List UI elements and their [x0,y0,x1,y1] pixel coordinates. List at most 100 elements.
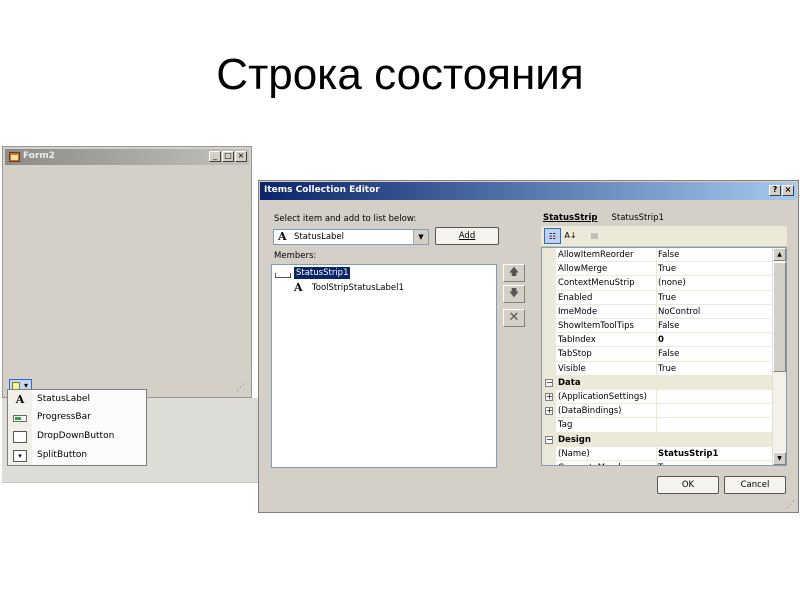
list-item-label: ToolStripStatusLabel1 [312,283,404,293]
cancel-button[interactable]: Cancel [724,476,786,494]
menu-item-progress-bar[interactable]: ProgressBar [8,409,146,427]
property-row[interactable]: TabStop False [542,347,773,362]
property-name: (DataBindings) [558,406,622,417]
arrow-down-icon: 🡇 [508,288,520,299]
property-value[interactable]: False [658,321,679,331]
minimize-button[interactable]: _ [209,151,221,162]
categorized-icon: ☷ [548,232,557,241]
property-value[interactable]: True [658,463,676,465]
vertical-scrollbar[interactable]: ▲ ▼ [772,248,786,465]
property-row[interactable]: ShowItemToolTips False [542,319,773,334]
property-name: Visible [558,363,586,374]
sort-az-icon: A↓ [564,231,577,240]
property-row[interactable]: + (DataBindings) [542,404,773,419]
property-value[interactable]: True [658,364,676,374]
resize-grip-icon[interactable]: ⋰ [786,500,796,510]
property-row[interactable]: AllowMerge True [542,262,773,277]
editor-title: Items Collection Editor [264,185,380,195]
item-type-combo[interactable]: A StatusLabel ▼ [273,229,429,245]
move-up-button[interactable]: 🡅 [503,264,525,282]
slide-title: Строка состояния [216,50,584,99]
category-row[interactable]: − Data [542,375,773,390]
menu-item-split-button[interactable]: ▾ SplitButton [8,447,146,465]
dropdown-button-icon [13,431,27,443]
property-value[interactable]: True [658,293,676,303]
status-label-icon: A [294,281,303,294]
status-label-icon: A [278,230,287,243]
arrow-up-icon: 🡅 [508,267,520,278]
form2-client-area [5,167,249,395]
menu-item-label: StatusLabel [37,394,90,404]
list-item[interactable]: StatusStrip1 [272,266,496,280]
property-grid[interactable]: AllowItemReorder False AllowMerge True Conte… [541,247,787,466]
property-name: Design [558,434,591,445]
chevron-down-icon[interactable]: ▼ [413,230,428,244]
property-name: Tag [558,420,573,431]
select-item-label: Select item and add to list below: [274,214,417,224]
expand-icon[interactable]: + [545,407,553,416]
menu-item-label: ProgressBar [37,412,91,422]
object-type: StatusStrip [543,213,598,223]
property-value[interactable]: NoControl [658,307,700,317]
property-row[interactable]: Visible True [542,361,773,376]
property-row[interactable]: AllowItemReorder False [542,248,773,263]
scroll-up-button[interactable]: ▲ [773,248,786,261]
progress-bar-icon [13,415,27,422]
scroll-thumb[interactable] [773,262,786,372]
close-button[interactable]: × [782,185,794,196]
collapse-icon[interactable]: − [545,435,553,444]
property-row[interactable]: ImeMode NoControl [542,304,773,319]
status-strip-icon [275,273,291,278]
combo-value: StatusLabel [294,232,345,242]
property-value[interactable]: (none) [658,278,686,288]
property-value[interactable]: False [658,349,679,359]
property-value[interactable]: False [658,250,679,260]
property-value[interactable]: StatusStrip1 [658,449,718,459]
property-header: StatusStrip StatusStrip1 [543,213,664,223]
move-down-button[interactable]: 🡇 [503,285,525,303]
property-name: Enabled [558,292,593,303]
editor-titlebar[interactable]: Items Collection Editor ? × [260,182,797,200]
property-value[interactable]: 0 [658,335,664,345]
scroll-down-button[interactable]: ▼ [773,452,786,465]
help-button[interactable]: ? [769,185,781,196]
property-name: GenerateMember [558,463,633,465]
menu-item-label: SplitButton [37,450,88,460]
property-pages-icon: ▤ [590,231,599,240]
property-row[interactable]: + (ApplicationSettings) [542,390,773,405]
form2-title: Form2 [23,151,56,161]
property-value[interactable]: True [658,264,676,274]
form-icon [9,152,20,162]
property-row[interactable]: ContextMenuStrip (none) [542,276,773,291]
list-item[interactable]: A ToolStripStatusLabel1 [272,281,496,295]
object-name: StatusStrip1 [611,213,664,223]
property-row[interactable]: GenerateMember True [542,461,773,465]
members-list[interactable]: StatusStrip1 A ToolStripStatusLabel1 [271,264,497,468]
add-button[interactable]: Add [435,227,499,245]
menu-item-label: DropDownButton [37,431,115,441]
property-name: TabIndex [558,335,596,346]
property-toolbar: ☷ A↓ ▤ [541,226,787,247]
property-row[interactable]: Enabled True [542,290,773,305]
maximize-button[interactable]: □ [222,151,234,162]
form2-titlebar[interactable]: Form2 _ □ × [5,149,249,165]
property-row[interactable]: TabIndex 0 [542,333,773,348]
property-row[interactable]: (Name) StatusStrip1 [542,446,773,461]
ok-button[interactable]: OK [657,476,719,494]
collapse-icon[interactable]: − [545,378,553,387]
category-row[interactable]: − Design [542,432,773,447]
resize-grip-icon[interactable]: ⋰ [236,383,246,393]
property-row[interactable]: Tag [542,418,773,433]
property-pages-button[interactable]: ▤ [586,228,603,244]
categorized-button[interactable]: ☷ [544,228,561,244]
status-label-icon: A [15,393,25,406]
menu-item-status-label[interactable]: A StatusLabel [8,391,146,409]
delete-icon: ✕ [508,310,520,325]
property-name: ImeMode [558,306,598,317]
list-item-label: StatusStrip1 [294,267,351,279]
expand-icon[interactable]: + [545,393,553,401]
remove-button[interactable]: ✕ [503,309,525,327]
menu-item-dropdown-button[interactable]: DropDownButton [8,428,146,446]
alphabetical-button[interactable]: A↓ [562,228,579,244]
close-button[interactable]: × [235,151,247,162]
